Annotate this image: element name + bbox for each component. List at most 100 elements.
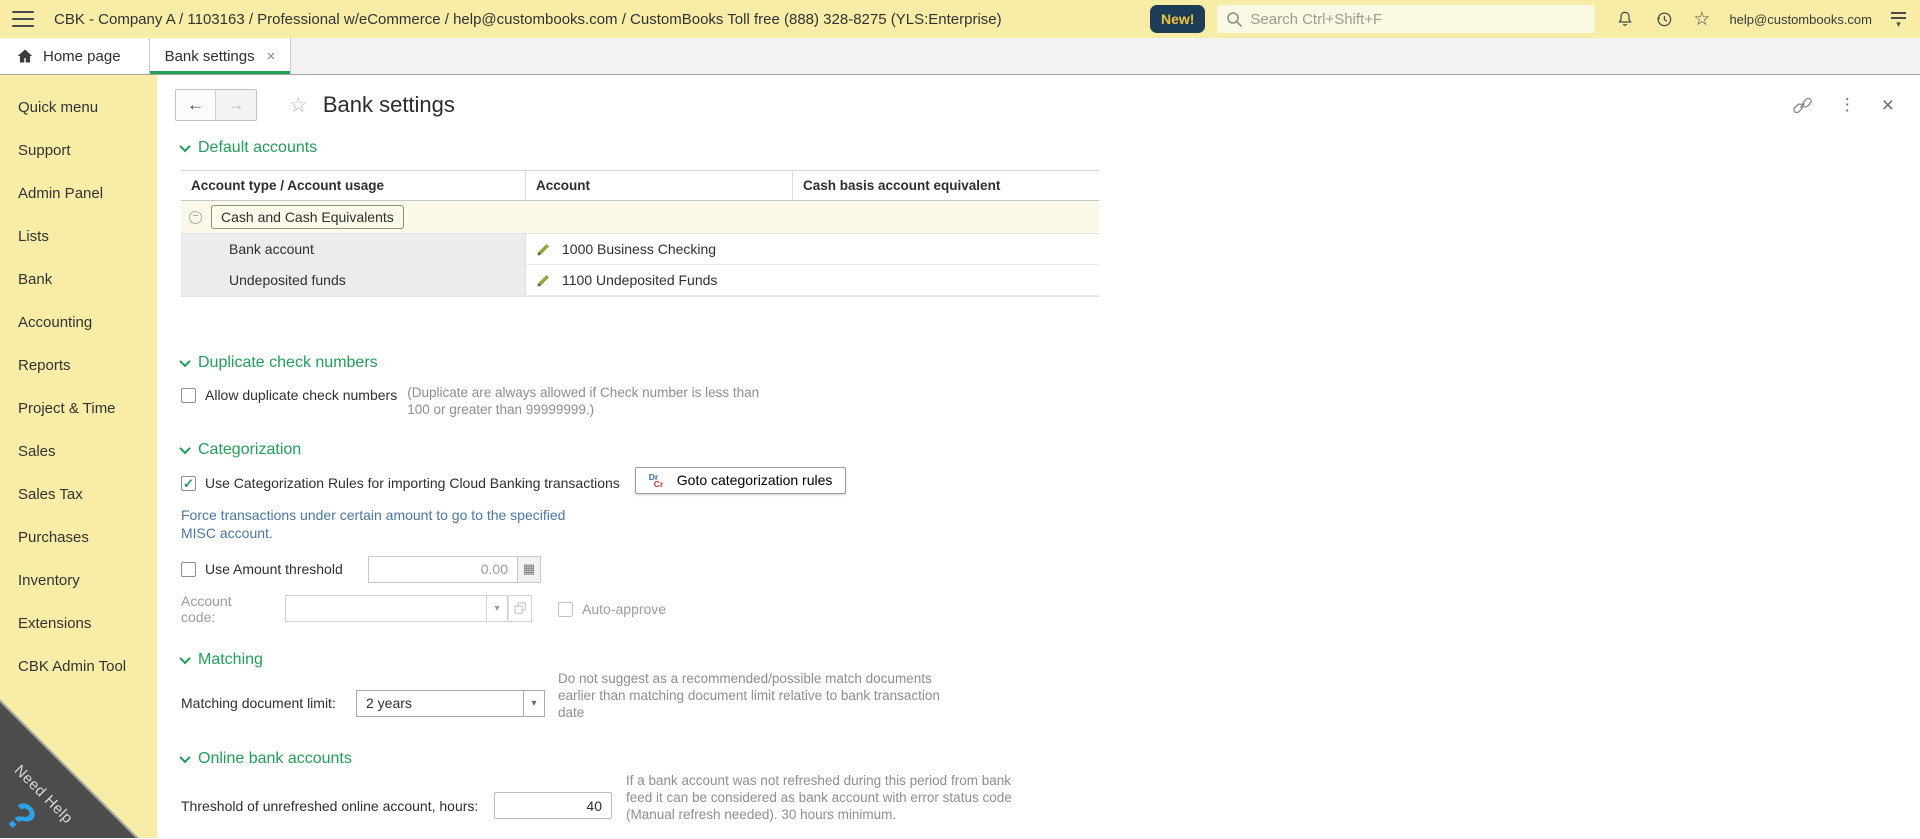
duplicate-note: (Duplicate are always allowed if Check n… — [407, 385, 760, 418]
app-title: CBK - Company A / 1103163 / Professional… — [54, 10, 1002, 28]
search-box[interactable] — [1217, 5, 1596, 33]
content-area: ← → ☆ Bank settings ⋮ × Default accounts — [157, 75, 1920, 838]
sidebar-item-admin-panel[interactable]: Admin Panel — [0, 172, 157, 215]
cell-cash-basis[interactable] — [793, 234, 1099, 264]
account-value: 1000 Business Checking — [562, 241, 717, 257]
section-default-accounts[interactable]: Default accounts — [179, 139, 1920, 157]
cell-usage-bank-account[interactable]: Bank account — [181, 234, 526, 264]
matching-limit-select[interactable]: 2 years ▾ — [356, 689, 545, 717]
sidebar-item-cbk-admin-tool[interactable]: CBK Admin Tool — [0, 645, 157, 688]
cell-cash-basis[interactable] — [793, 265, 1099, 295]
dropdown-arrow-icon[interactable]: ▾ — [524, 689, 545, 717]
sidebar-item-accounting[interactable]: Accounting — [0, 301, 157, 344]
chevron-down-icon — [179, 140, 191, 153]
force-transactions-text: Force transactions under certain amount … — [181, 506, 566, 541]
sidebar-item-bank[interactable]: Bank — [0, 258, 157, 301]
page-title: Bank settings — [322, 92, 455, 117]
sidebar-item-purchases[interactable]: Purchases — [0, 516, 157, 559]
sidebar-item-project-time[interactable]: Project & Time — [0, 387, 157, 430]
table-row: Bank account 1000 Business Checking — [181, 234, 1099, 265]
sidebar: Quick menu Support Admin Panel Lists Ban… — [0, 75, 157, 838]
cell-usage-undeposited-funds[interactable]: Undeposited funds — [181, 265, 526, 295]
chevron-down-icon — [179, 355, 191, 368]
tab-close-icon[interactable]: × — [267, 49, 276, 64]
search-input[interactable] — [1250, 10, 1587, 28]
section-matching[interactable]: Matching — [179, 650, 1920, 669]
topbar: CBK - Company A / 1103163 / Professional… — [0, 0, 1920, 38]
allow-duplicate-checkbox[interactable] — [181, 388, 196, 403]
goto-categorization-rules-button[interactable]: Dr Cr Goto categorization rules — [634, 466, 847, 494]
account-value: 1100 Undeposited Funds — [562, 272, 718, 288]
help-email-link[interactable]: help@custombooks.com — [1729, 12, 1872, 27]
use-amount-threshold-label: Use Amount threshold — [205, 561, 343, 578]
unrefreshed-threshold-input[interactable] — [494, 792, 612, 820]
tab-bank-settings-label: Bank settings — [164, 47, 255, 65]
sidebar-item-extensions[interactable]: Extensions — [0, 602, 157, 645]
close-page-icon[interactable]: × — [1882, 95, 1894, 116]
open-picker-icon[interactable] — [508, 595, 532, 623]
content-header: ← → ☆ Bank settings ⋮ × — [175, 89, 1920, 121]
account-code-label: Account code: — [181, 592, 232, 625]
sidebar-item-sales-tax[interactable]: Sales Tax — [0, 473, 157, 516]
sidebar-item-quick-menu[interactable]: Quick menu — [0, 86, 157, 129]
edit-pencil-icon[interactable] — [536, 242, 551, 257]
column-header-account-type: Account type / Account usage — [181, 171, 526, 200]
group-cell-cash-equivalents[interactable]: Cash and Cash Equivalents — [211, 205, 404, 229]
amount-threshold-input[interactable] — [368, 555, 518, 583]
home-icon — [16, 48, 34, 64]
history-icon[interactable] — [1654, 9, 1674, 29]
question-mark-icon: ? — [0, 793, 45, 838]
account-code-combo[interactable]: ▾ — [285, 595, 532, 623]
new-badge[interactable]: New! — [1149, 5, 1206, 33]
forward-button[interactable]: → — [216, 90, 256, 120]
default-accounts-table: Account type / Account usage Account Cas… — [181, 170, 1099, 297]
cell-account-undeposited[interactable]: 1100 Undeposited Funds — [526, 265, 793, 295]
use-categorization-rules-label: Use Categorization Rules for importing C… — [205, 475, 620, 492]
favorite-page-star-icon[interactable]: ☆ — [289, 95, 308, 116]
section-categorization[interactable]: Categorization — [179, 440, 1920, 459]
section-categorization-title: Categorization — [198, 440, 302, 458]
dropdown-arrow-icon[interactable]: ▾ — [487, 595, 508, 623]
sidebar-item-sales[interactable]: Sales — [0, 430, 157, 473]
chevron-down-icon — [179, 652, 191, 665]
section-online-bank-accounts[interactable]: Online bank accounts — [179, 749, 1920, 768]
sidebar-item-lists[interactable]: Lists — [0, 215, 157, 258]
calculator-icon[interactable]: ▦ — [518, 555, 541, 583]
hamburger-menu-icon[interactable] — [12, 11, 34, 27]
use-categorization-rules-checkbox[interactable]: ✓ — [181, 476, 196, 492]
section-matching-title: Matching — [198, 650, 263, 668]
sidebar-item-reports[interactable]: Reports — [0, 344, 157, 387]
matching-limit-label: Matching document limit: — [181, 695, 336, 712]
auto-approve-checkbox[interactable] — [558, 601, 573, 617]
matching-limit-value: 2 years — [356, 689, 524, 717]
tab-home-page[interactable]: Home page — [0, 38, 150, 74]
goto-button-label: Goto categorization rules — [676, 472, 833, 489]
table-row: Undeposited funds 1100 Undeposited Funds — [181, 265, 1099, 296]
chevron-down-icon — [179, 751, 191, 763]
tabbar: Home page Bank settings × — [0, 38, 1920, 75]
favorites-star-icon[interactable]: ☆ — [1693, 10, 1710, 29]
sidebar-item-support[interactable]: Support — [0, 129, 157, 172]
allow-duplicate-label: Allow duplicate check numbers — [205, 387, 398, 403]
sidebar-item-inventory[interactable]: Inventory — [0, 559, 157, 602]
section-online-title: Online bank accounts — [198, 749, 352, 767]
cell-account-bank[interactable]: 1000 Business Checking — [526, 234, 793, 264]
column-header-account: Account — [526, 171, 793, 200]
collapse-minus-icon[interactable]: − — [189, 210, 202, 224]
section-default-accounts-title: Default accounts — [198, 139, 318, 156]
section-duplicate-check-numbers[interactable]: Duplicate check numbers — [179, 354, 1920, 372]
copy-link-icon[interactable] — [1792, 95, 1813, 116]
back-button[interactable]: ← — [176, 90, 216, 120]
more-options-icon[interactable]: ⋮ — [1839, 95, 1856, 115]
table-row-group[interactable]: − Cash and Cash Equivalents — [181, 201, 1099, 234]
tab-home-label: Home page — [43, 47, 121, 65]
dr-cr-icon: Dr Cr — [648, 471, 664, 489]
use-amount-threshold-checkbox[interactable] — [181, 562, 196, 578]
column-header-cash-basis: Cash basis account equivalent — [803, 178, 1001, 193]
topbar-menu-dropdown-icon[interactable]: ▾ — [1891, 12, 1906, 29]
matching-note: Do not suggest as a recommended/possible… — [558, 670, 940, 721]
tab-bank-settings[interactable]: Bank settings × — [149, 38, 292, 74]
edit-pencil-icon[interactable] — [536, 273, 551, 288]
need-help-badge[interactable]: Need Help ? — [0, 699, 139, 838]
notifications-bell-icon[interactable] — [1615, 9, 1635, 29]
